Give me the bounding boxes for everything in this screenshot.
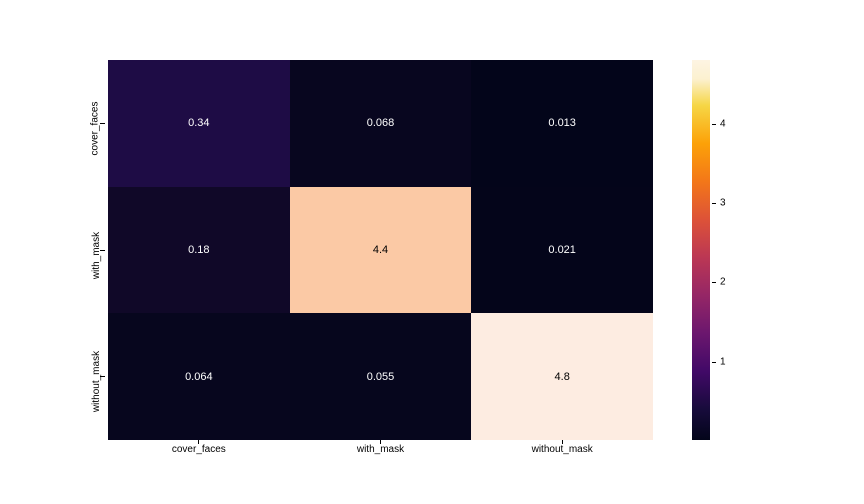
y-axis-ticks [100,60,106,440]
cb-tick-label: 3 [720,198,726,209]
heatmap-grid: 0.34 0.068 0.013 0.18 4.4 0.021 0.064 0.… [108,60,653,440]
cb-tick [712,362,716,363]
cb-tick [712,124,716,125]
x-tick [562,440,563,444]
cell-1-1: 4.4 [290,187,472,314]
cb-tick [712,203,716,204]
cell-0-1: 0.068 [290,60,472,187]
cell-2-1: 0.055 [290,313,472,440]
cell-value: 0.18 [188,244,209,256]
y-label-0: cover_faces [89,102,100,156]
cb-tick-label: 2 [720,277,726,288]
x-tick [380,440,381,444]
cell-value: 0.021 [548,244,576,256]
cell-2-2: 4.8 [471,313,653,440]
y-tick [100,123,105,124]
cell-value: 0.055 [367,371,395,383]
cb-tick-label: 1 [720,357,726,368]
y-tick [100,376,105,377]
cell-value: 4.8 [555,371,570,383]
cb-tick-label: 4 [720,119,726,130]
cell-0-2: 0.013 [471,60,653,187]
x-label-0: cover_faces [108,444,290,464]
cell-1-2: 0.021 [471,187,653,314]
cell-0-0: 0.34 [108,60,290,187]
cell-value: 0.34 [188,117,209,129]
x-label-2: without_mask [471,444,653,464]
colorbar-ticks: 1 2 3 4 [712,60,742,440]
x-axis-ticks [108,440,653,444]
cell-2-0: 0.064 [108,313,290,440]
cell-value: 4.4 [373,244,388,256]
y-tick [100,250,105,251]
cell-1-0: 0.18 [108,187,290,314]
cb-tick [712,282,716,283]
x-tick [198,440,199,444]
cell-value: 0.064 [185,371,213,383]
cell-value: 0.068 [367,117,395,129]
colorbar [692,60,710,440]
cell-value: 0.013 [548,117,576,129]
heatmap-plot: 0.34 0.068 0.013 0.18 4.4 0.021 0.064 0.… [108,60,653,440]
x-axis-labels: cover_faces with_mask without_mask [108,444,653,464]
x-label-1: with_mask [290,444,472,464]
